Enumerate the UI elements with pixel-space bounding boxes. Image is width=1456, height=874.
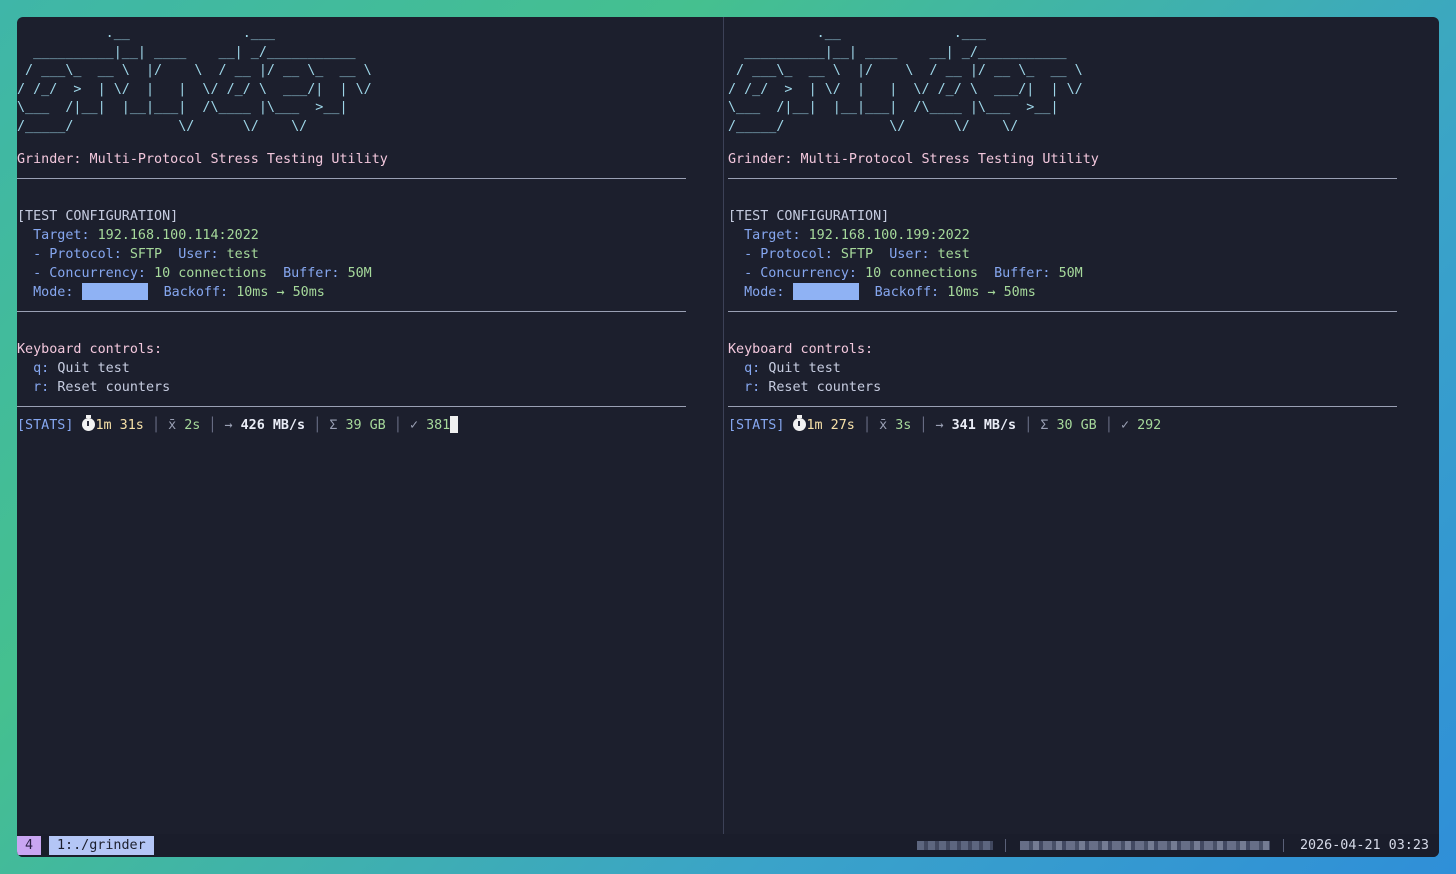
terminal-window: .__ .___ __________|__| ____ __| _/_____… bbox=[17, 17, 1439, 857]
control-action: Quit test bbox=[768, 361, 841, 376]
sigma-icon: Σ bbox=[1040, 418, 1049, 433]
backoff-label: Backoff: bbox=[874, 285, 940, 300]
divider bbox=[17, 406, 686, 407]
user-value: test bbox=[937, 247, 970, 262]
target-label: Target: bbox=[33, 228, 90, 243]
concurrency-value: 10 connections bbox=[865, 266, 978, 281]
divider bbox=[728, 311, 1397, 312]
checkmark-icon: ✓ bbox=[1120, 418, 1129, 433]
target-line: Target: 192.168.100.199:2022 bbox=[728, 226, 970, 245]
user-label: User: bbox=[889, 247, 930, 262]
status-separator bbox=[1283, 839, 1284, 852]
control-action: Quit test bbox=[57, 361, 130, 376]
mode-line: Mode: Backoff: 10ms → 50ms bbox=[17, 283, 325, 302]
total-transferred: 39 GB bbox=[345, 418, 386, 433]
control-key: q: bbox=[33, 361, 50, 376]
keyboard-header: Keyboard controls: bbox=[728, 342, 874, 357]
protocol-line: - Protocol: SFTP User: test bbox=[728, 245, 970, 264]
target-line: Target: 192.168.100.114:2022 bbox=[17, 226, 259, 245]
tmux-pane-left[interactable]: .__ .___ __________|__| ____ __| _/_____… bbox=[17, 17, 722, 834]
tmux-pane-right[interactable]: .__ .___ __________|__| ____ __| _/_____… bbox=[728, 17, 1439, 834]
concurrency-line: - Concurrency: 10 connections Buffer: 50… bbox=[728, 264, 1083, 283]
backoff-value: 10ms → 50ms bbox=[236, 285, 325, 300]
target-value: 192.168.100.199:2022 bbox=[808, 228, 970, 243]
grinder-ascii-logo: .__ .___ __________|__| ____ __| _/_____… bbox=[728, 26, 1083, 134]
control-reset: r: Reset counters bbox=[17, 378, 170, 397]
divider bbox=[728, 406, 1397, 407]
throughput-value: 426 MB/s bbox=[240, 418, 306, 433]
elapsed-time: 1m 27s bbox=[806, 418, 855, 433]
average-icon: x̄ bbox=[168, 418, 177, 433]
redacted-status-segment bbox=[1020, 841, 1270, 850]
mode-line: Mode: Backoff: 10ms → 50ms bbox=[728, 283, 1036, 302]
status-datetime: 2026-04-21 03:23 bbox=[1300, 838, 1429, 853]
buffer-value: 50M bbox=[1058, 266, 1083, 281]
mode-label: Mode: bbox=[744, 285, 785, 300]
redacted-status-segment bbox=[917, 841, 993, 850]
control-reset: r: Reset counters bbox=[728, 378, 881, 397]
target-value: 192.168.100.114:2022 bbox=[97, 228, 259, 243]
concurrency-line: - Concurrency: 10 connections Buffer: 50… bbox=[17, 264, 372, 283]
control-key: r: bbox=[744, 380, 761, 395]
control-quit: q: Quit test bbox=[728, 359, 841, 378]
sigma-icon: Σ bbox=[329, 418, 338, 433]
throughput-value: 341 MB/s bbox=[951, 418, 1017, 433]
stopwatch-icon bbox=[81, 415, 95, 431]
buffer-label: Buffer: bbox=[994, 266, 1051, 281]
checkmark-icon: ✓ bbox=[409, 418, 418, 433]
average-value: 2s bbox=[184, 418, 201, 433]
protocol-value: SFTP bbox=[840, 247, 874, 262]
window-tab-grinder[interactable]: 1:./grinder bbox=[49, 836, 154, 855]
mode-label: Mode: bbox=[33, 285, 74, 300]
control-action: Reset counters bbox=[768, 380, 882, 395]
divider bbox=[17, 178, 686, 179]
mode-value-redacted bbox=[792, 283, 859, 300]
average-icon: x̄ bbox=[879, 418, 888, 433]
protocol-value: SFTP bbox=[129, 247, 163, 262]
control-action: Reset counters bbox=[57, 380, 171, 395]
total-transferred: 30 GB bbox=[1056, 418, 1097, 433]
pane-divider[interactable] bbox=[723, 17, 724, 834]
concurrency-label: - Concurrency: bbox=[744, 266, 857, 281]
average-value: 3s bbox=[895, 418, 912, 433]
app-title: Grinder: Multi-Protocol Stress Testing U… bbox=[728, 152, 1099, 167]
elapsed-time: 1m 31s bbox=[95, 418, 144, 433]
arrow-right-icon: → bbox=[935, 418, 944, 433]
terminal-cursor bbox=[450, 416, 459, 433]
protocol-line: - Protocol: SFTP User: test bbox=[17, 245, 259, 264]
stopwatch-icon bbox=[792, 415, 806, 431]
session-number-badge[interactable]: 4 bbox=[17, 836, 41, 855]
protocol-label: - Protocol: bbox=[33, 247, 122, 262]
completed-count: 381 bbox=[426, 418, 451, 433]
backoff-label: Backoff: bbox=[163, 285, 229, 300]
stats-line: [STATS] 1m 27s │ x̄ 3s │ → 341 MB/s │ Σ … bbox=[728, 415, 1162, 433]
stats-line: [STATS] 1m 31s │ x̄ 2s │ → 426 MB/s │ Σ … bbox=[17, 415, 459, 435]
backoff-value: 10ms → 50ms bbox=[947, 285, 1036, 300]
control-key: q: bbox=[744, 361, 761, 376]
keyboard-header: Keyboard controls: bbox=[17, 342, 163, 357]
buffer-value: 50M bbox=[347, 266, 372, 281]
stats-label: [STATS] bbox=[17, 418, 74, 433]
app-title: Grinder: Multi-Protocol Stress Testing U… bbox=[17, 152, 388, 167]
concurrency-label: - Concurrency: bbox=[33, 266, 146, 281]
grinder-ascii-logo: .__ .___ __________|__| ____ __| _/_____… bbox=[17, 26, 372, 134]
concurrency-value: 10 connections bbox=[154, 266, 267, 281]
tmux-status-bar: 4 1:./grinder 2026-04-21 03:23 bbox=[17, 834, 1439, 857]
control-key: r: bbox=[33, 380, 50, 395]
stats-label: [STATS] bbox=[728, 418, 785, 433]
divider bbox=[728, 178, 1397, 179]
buffer-label: Buffer: bbox=[283, 266, 340, 281]
divider bbox=[17, 311, 686, 312]
arrow-right-icon: → bbox=[224, 418, 233, 433]
completed-count: 292 bbox=[1137, 418, 1162, 433]
status-separator bbox=[1005, 839, 1006, 852]
protocol-label: - Protocol: bbox=[744, 247, 833, 262]
user-value: test bbox=[226, 247, 259, 262]
config-header: [TEST CONFIGURATION] bbox=[728, 209, 890, 224]
control-quit: q: Quit test bbox=[17, 359, 130, 378]
config-header: [TEST CONFIGURATION] bbox=[17, 209, 179, 224]
target-label: Target: bbox=[744, 228, 801, 243]
mode-value-redacted bbox=[81, 283, 148, 300]
user-label: User: bbox=[178, 247, 219, 262]
